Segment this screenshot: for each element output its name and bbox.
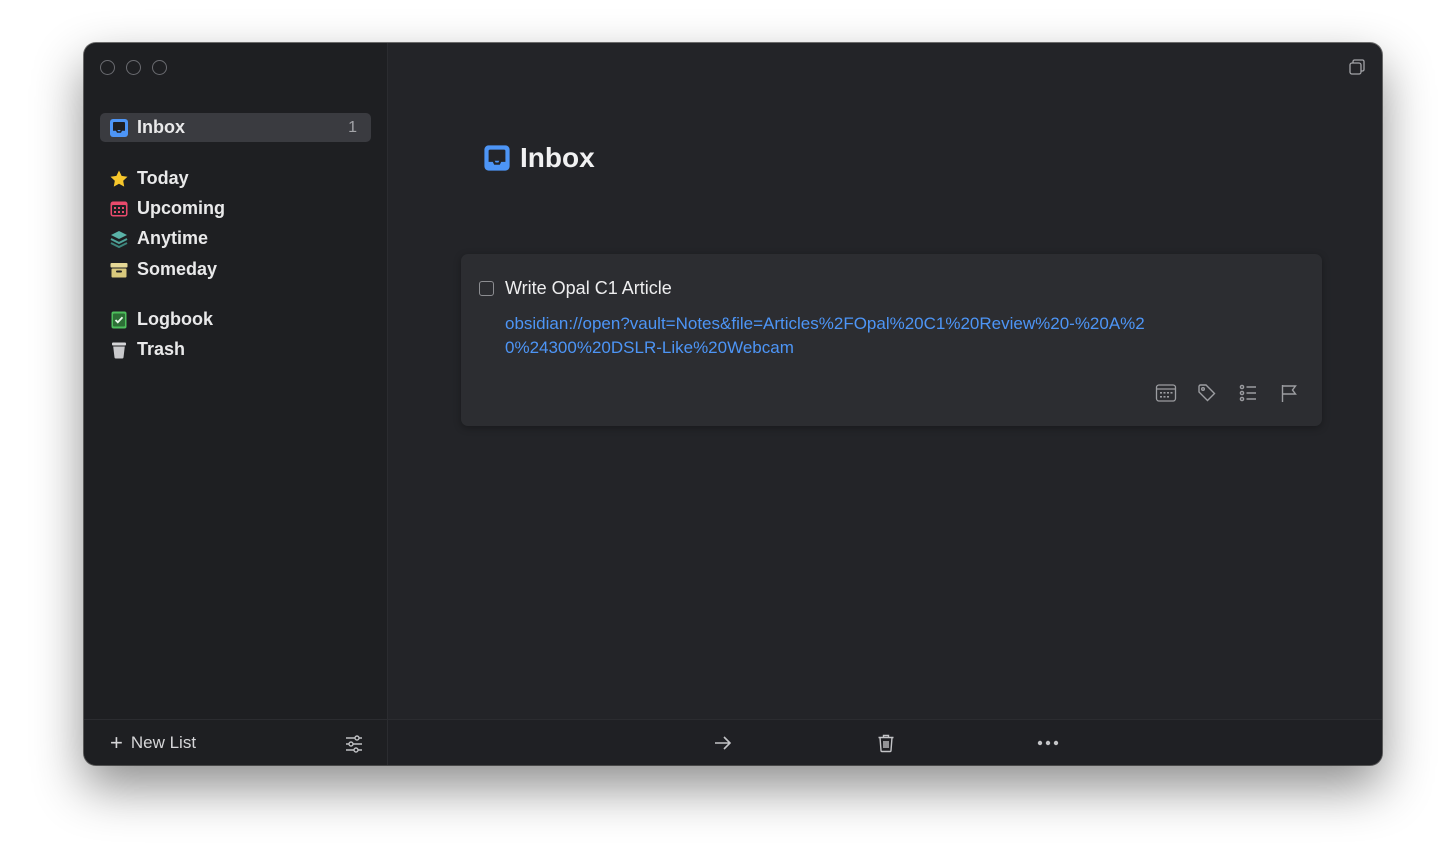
sidebar-item-label: Logbook [137, 309, 213, 329]
task-checkbox[interactable] [479, 281, 494, 296]
sidebar-item-label: Today [137, 168, 189, 188]
new-list-label: New List [130, 732, 197, 752]
task-notes-link[interactable]: obsidian://open?vault=Notes&file=Article… [505, 312, 1145, 360]
task-card[interactable]: Write Opal C1 Article obsidian://open?va… [461, 254, 1322, 426]
close-window-button[interactable] [100, 60, 115, 75]
sidebar-item-today[interactable]: Today [100, 164, 371, 193]
sidebar-item-label: Trash [137, 339, 186, 359]
new-list-button[interactable]: + New List [110, 729, 197, 755]
calendar-icon[interactable] [1155, 382, 1177, 404]
sidebar-item-label: Inbox [137, 117, 185, 137]
app-window: Inbox 1 Today Upcoming Anytime Someday L… [84, 43, 1382, 765]
logbook-icon [109, 310, 129, 330]
page-title-text: Inbox [520, 142, 595, 173]
sidebar-item-trash[interactable]: Trash [100, 335, 371, 364]
sidebar-item-label: Anytime [137, 228, 209, 248]
sidebar-item-logbook[interactable]: Logbook [100, 305, 371, 334]
sidebar-footer: + New List [84, 719, 388, 765]
flag-icon[interactable] [1278, 382, 1300, 404]
sliders-icon[interactable] [344, 734, 364, 759]
trash-icon[interactable] [875, 732, 897, 754]
page-title: Inbox [483, 142, 595, 174]
task-actions [1155, 382, 1300, 404]
more-icon[interactable] [1037, 732, 1059, 754]
calendar-icon [109, 199, 129, 219]
main-content: Inbox Write Opal C1 Article obsidian://o… [388, 43, 1382, 765]
inbox-icon [109, 118, 129, 138]
checklist-icon[interactable] [1237, 382, 1259, 404]
window-controls [100, 60, 167, 75]
inbox-count-badge: 1 [348, 118, 357, 136]
move-arrow-icon[interactable] [712, 732, 734, 754]
sidebar-item-anytime[interactable]: Anytime [100, 224, 371, 253]
sidebar-item-upcoming[interactable]: Upcoming [100, 194, 371, 223]
task-title[interactable]: Write Opal C1 Article [505, 278, 672, 299]
layers-icon [109, 229, 129, 249]
tag-icon[interactable] [1196, 382, 1218, 404]
plus-icon: + [110, 729, 123, 755]
sidebar-item-inbox[interactable]: Inbox 1 [100, 113, 371, 142]
sidebar-item-label: Someday [137, 259, 218, 279]
inbox-icon [483, 144, 511, 172]
archive-box-icon [109, 260, 129, 280]
sidebar-item-label: Upcoming [137, 198, 225, 218]
sidebar: Inbox 1 Today Upcoming Anytime Someday L… [84, 43, 388, 765]
trash-icon [109, 340, 129, 360]
sidebar-item-someday[interactable]: Someday [100, 255, 371, 284]
minimize-window-button[interactable] [126, 60, 141, 75]
zoom-window-button[interactable] [152, 60, 167, 75]
star-icon [109, 169, 129, 189]
bottom-toolbar [388, 719, 1382, 765]
duplicate-window-icon[interactable] [1348, 58, 1366, 81]
